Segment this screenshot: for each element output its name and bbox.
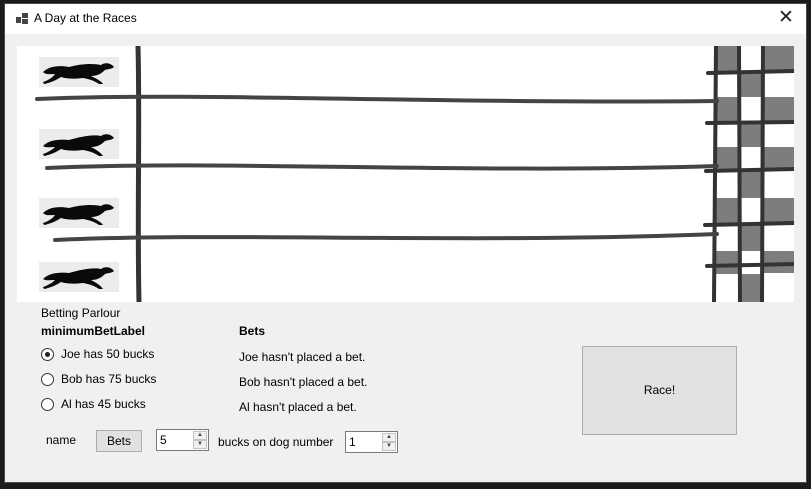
name-label: name	[46, 433, 77, 447]
greyhound-icon	[43, 204, 114, 225]
radio-label-bob: Bob has 75 bucks	[61, 372, 157, 386]
greyhound-icon	[43, 134, 114, 156]
bets-heading: Bets	[239, 324, 266, 338]
racetrack	[17, 46, 794, 302]
radio-button[interactable]	[41, 372, 54, 386]
bucks-on-dog-label: bucks on dog number	[218, 435, 334, 449]
chevron-down-icon[interactable]: ▼	[382, 442, 396, 451]
racetrack-drawing	[35, 46, 794, 302]
dog-1	[39, 57, 119, 87]
radio-label-joe: Joe has 50 bucks	[61, 347, 155, 361]
dog-number-stepper[interactable]: 1 ▲ ▼	[345, 431, 398, 453]
bet-amount-value[interactable]: 5	[160, 433, 167, 447]
dog-4	[39, 262, 119, 292]
chevron-up-icon[interactable]: ▲	[193, 431, 207, 440]
chevron-down-icon[interactable]: ▼	[193, 440, 207, 449]
chevron-up-icon[interactable]: ▲	[382, 433, 396, 442]
dog-2	[39, 129, 119, 159]
radio-joe[interactable]: Joe has 50 bucks	[41, 345, 154, 363]
greyhound-icon	[43, 63, 114, 84]
bet-status-joe: Joe hasn't placed a bet.	[239, 350, 366, 364]
betting-parlour-label: Betting Parlour	[41, 306, 121, 320]
title-bar: A Day at the Races ✕	[5, 4, 806, 34]
race-button[interactable]: Race!	[582, 346, 737, 435]
radio-bob[interactable]: Bob has 75 bucks	[41, 370, 156, 388]
window-title: A Day at the Races	[34, 11, 137, 25]
app-icon	[16, 13, 28, 24]
dog-3	[39, 198, 119, 228]
radio-button[interactable]	[41, 397, 54, 411]
minimum-bet-label: minimumBetLabel	[41, 324, 146, 338]
radio-label-al: Al has 45 bucks	[61, 397, 146, 411]
greyhound-icon	[43, 267, 114, 289]
radio-al[interactable]: Al has 45 bucks	[41, 395, 146, 413]
radio-button[interactable]	[41, 347, 54, 361]
main-window: A Day at the Races ✕ Betting Parlour min…	[5, 4, 806, 482]
bets-button[interactable]: Bets	[96, 430, 142, 452]
bet-amount-stepper[interactable]: 5 ▲ ▼	[156, 429, 209, 451]
bet-status-al: Al hasn't placed a bet.	[239, 400, 357, 414]
close-icon[interactable]: ✕	[766, 4, 806, 34]
bet-status-bob: Bob hasn't placed a bet.	[239, 375, 368, 389]
dog-number-value[interactable]: 1	[349, 435, 356, 449]
